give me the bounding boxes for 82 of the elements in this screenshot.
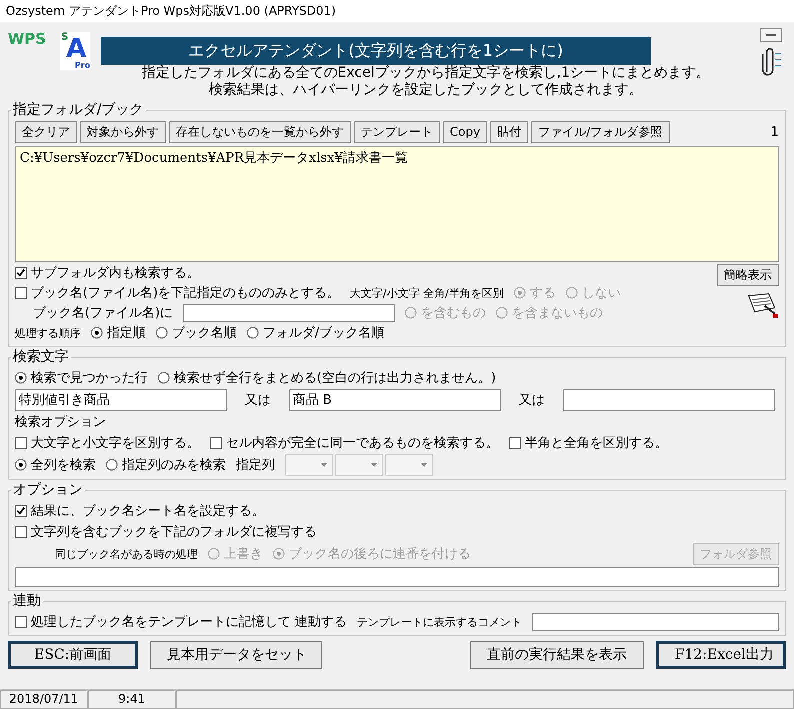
dropdown-arrow-icon [371, 463, 378, 467]
wps-logo: WPS [8, 30, 46, 48]
status-cell: 9:41 [88, 690, 176, 709]
banner-title: エクセルアテンダント(文字列を含む行を1シートに) [101, 37, 651, 65]
brief-view-button[interactable]: 簡略表示 [717, 264, 779, 286]
radio-button[interactable] [247, 327, 259, 339]
radio-label: ブック名順 [172, 325, 237, 342]
checkbox[interactable] [509, 437, 521, 449]
radio-button[interactable] [15, 459, 27, 471]
case-label: 大文字/小文字 全角/半角を区別 [350, 286, 504, 300]
notepad-pen-icon[interactable] [747, 292, 779, 320]
radio-label: 全列を検索 [31, 457, 96, 474]
radio-label: を含まないもの [512, 305, 604, 322]
section-legend: 検索文字 [11, 348, 71, 366]
checkbox-label: 結果に、ブック名シート名を設定する。 [31, 503, 265, 520]
checkbox-label: ブック名(ファイル名)を下記指定のもののみとする。 [31, 285, 340, 302]
radio-button[interactable] [15, 372, 27, 384]
radio-label: しない [582, 285, 622, 302]
toolbar-button[interactable]: 存在しないものを一覧から外す [169, 121, 351, 143]
path-entry[interactable]: C:¥Users¥ozcr7¥Documents¥APR見本データxlsx¥請求書一覧 [20, 149, 774, 167]
radio-button[interactable] [91, 327, 103, 339]
or-label: 又は [244, 392, 272, 409]
action-button[interactable]: 見本用データをセット [150, 641, 322, 669]
copy-folder-field[interactable] [15, 567, 779, 587]
description-text: 指定したフォルダにある全てのExcelブックから指定文字を検索し,1シートにまとめます。 [142, 65, 710, 82]
toolbar-button[interactable]: 貼付 [490, 121, 528, 143]
radio-label: 検索で見つかった行 [31, 370, 148, 387]
comment-label: テンプレートに表示するコメント [357, 614, 522, 630]
action-button[interactable]: ESC:前画面 [8, 641, 138, 669]
item-count: 1 [770, 124, 779, 140]
radio-label: 検索せず全行をまとめる(空白の行は出力されません。) [174, 370, 496, 387]
search-term-field[interactable]: 商品 B [289, 389, 501, 411]
order-label: 処理する順序 [15, 326, 81, 340]
checkbox[interactable] [15, 526, 27, 538]
checkbox-label: セル内容が完全に同一であるものを検索する。 [226, 435, 499, 452]
radio-button[interactable] [158, 372, 170, 384]
checkbox-label: 大文字と小文字を区別する。 [31, 435, 200, 452]
radio-label: 指定順 [107, 325, 146, 342]
window-title: Ozsystem アテンダントPro Wps対応版V1.00 (APRYSD01) [0, 0, 794, 22]
book-name-field[interactable] [183, 304, 396, 322]
section-legend: オプション [11, 481, 85, 499]
path-list[interactable]: C:¥Users¥ozcr7¥Documents¥APR見本データxlsx¥請求書一覧 [15, 146, 779, 262]
minimize-icon[interactable] [760, 28, 782, 42]
book-name-label: ブック名(ファイル名)に [33, 305, 174, 322]
search-term-field[interactable] [563, 389, 775, 411]
toolbar-button[interactable]: Copy [443, 121, 488, 143]
checkbox[interactable] [15, 287, 27, 299]
search-options-label: 検索オプション [15, 414, 106, 431]
radio-button[interactable] [106, 459, 118, 471]
toolbar-button[interactable]: 全クリア [15, 121, 77, 143]
toolbar-button[interactable]: 対象から外す [80, 121, 166, 143]
checkbox[interactable] [15, 616, 27, 628]
radio-label: 指定列のみを検索 [122, 457, 226, 474]
search-term-field[interactable]: 特別値引き商品 [15, 389, 227, 411]
toolbar-button[interactable]: ファイル/フォルダ参照 [531, 121, 670, 143]
checkbox[interactable] [15, 505, 27, 517]
checkbox-label: 処理したブック名をテンプレートに記憶して 連動する [31, 614, 348, 631]
column-label: 指定列 [236, 457, 275, 474]
description-text: 検索結果は、ハイパーリンクを設定したブックとして作成されます。 [209, 82, 643, 99]
radio-label: する [530, 285, 556, 302]
checkbox-label: 文字列を含むブックを下記のフォルダに複写する [31, 524, 317, 541]
checkbox-label: サブフォルダ内も検索する。 [31, 265, 200, 282]
radio-button[interactable] [156, 327, 168, 339]
dropdown-arrow-icon [321, 463, 328, 467]
or-label: 又は [518, 392, 546, 409]
radio-label: 上書き [224, 546, 263, 563]
dropdown-arrow-icon [421, 463, 428, 467]
checkbox[interactable] [210, 437, 222, 449]
toolbar-button[interactable]: テンプレート [354, 121, 440, 143]
action-button[interactable]: 直前の実行結果を表示 [470, 641, 644, 669]
comment-field[interactable] [532, 613, 779, 631]
duplicate-label: 同じブック名がある時の処理 [55, 546, 198, 562]
radio-label: を含むもの [421, 305, 486, 322]
checkbox[interactable] [15, 267, 27, 279]
action-button[interactable]: F12:Excel出力 [656, 641, 786, 669]
radio-label: フォルダ/ブック名順 [263, 325, 384, 342]
radio-label: ブック名の後ろに連番を付ける [289, 546, 471, 563]
status-cell: 2018/07/11 [0, 690, 88, 709]
section-legend: 連動 [11, 592, 43, 610]
checkbox[interactable] [15, 437, 27, 449]
checkbox-label: 半角と全角を区別する。 [525, 435, 668, 452]
section-legend: 指定フォルダ/ブック [11, 101, 146, 119]
